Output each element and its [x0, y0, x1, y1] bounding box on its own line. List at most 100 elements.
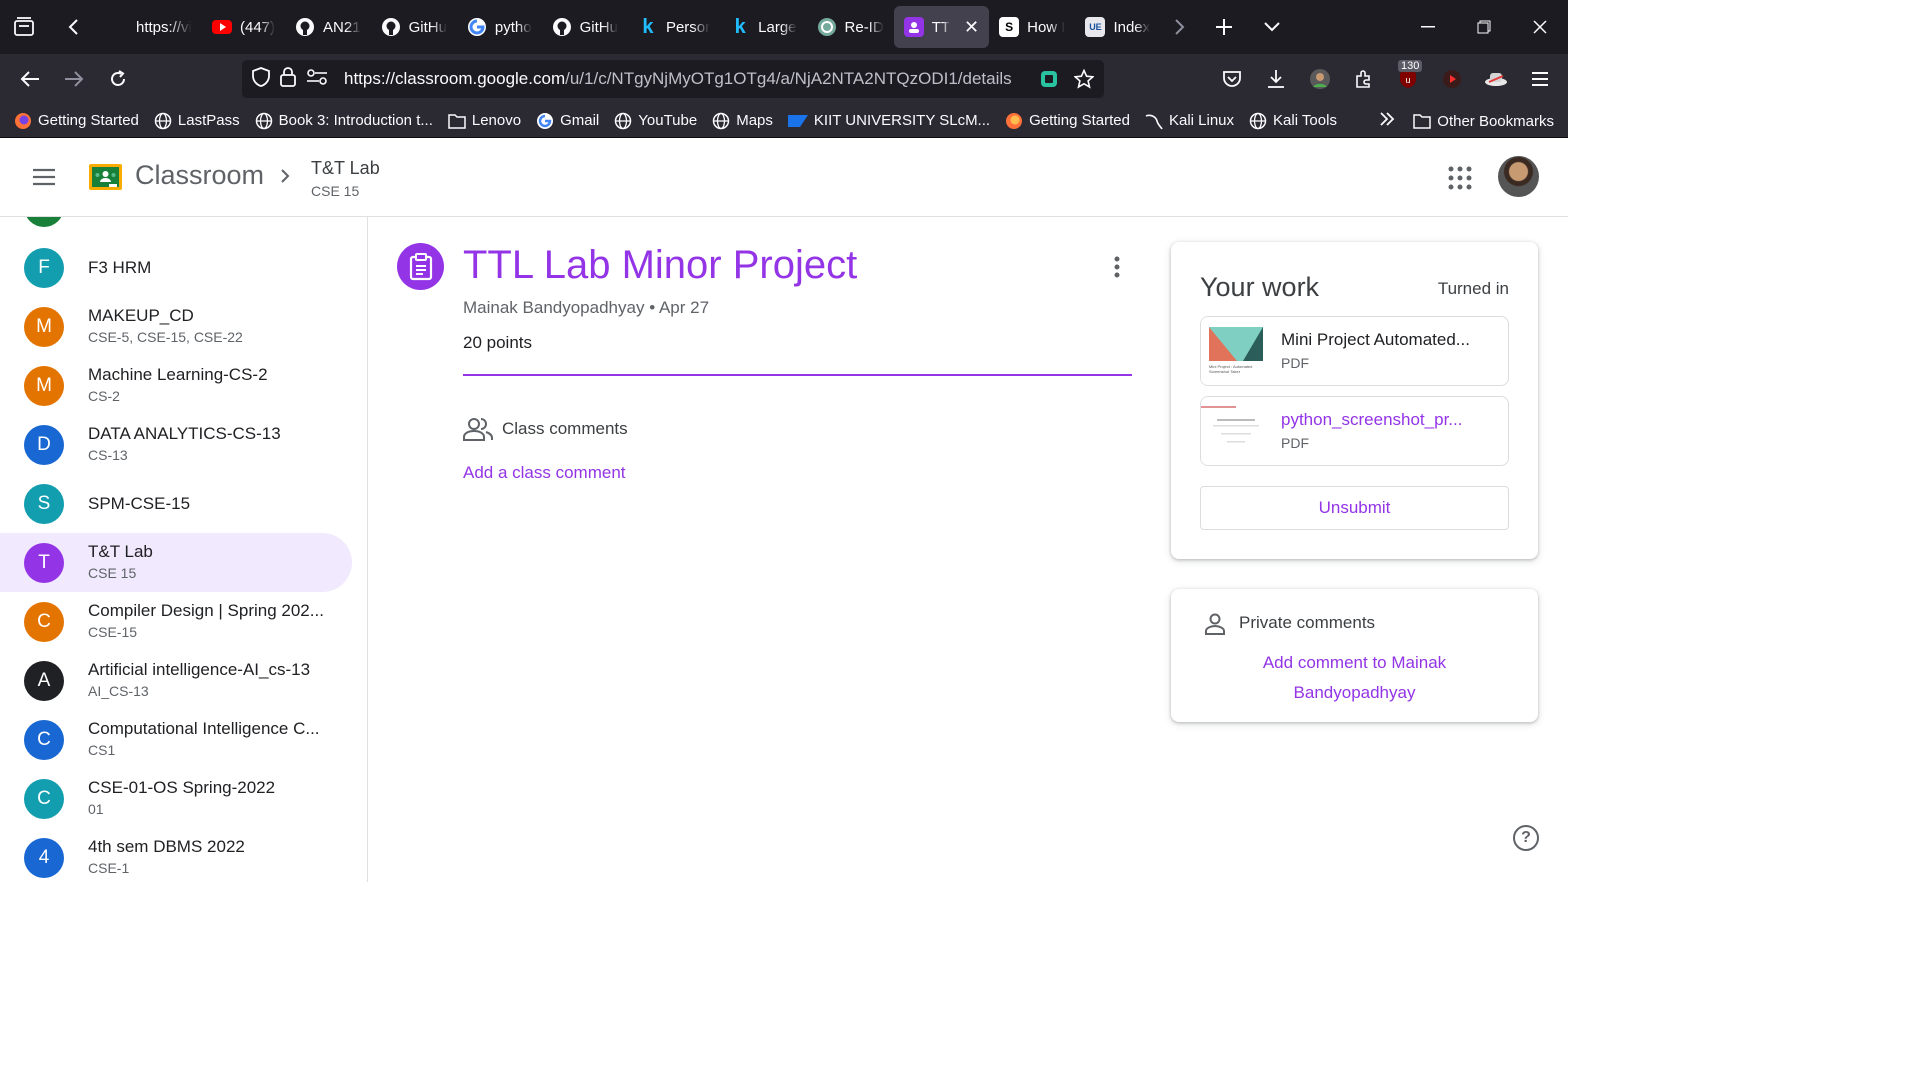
ublock-icon[interactable]: u 130: [1386, 54, 1430, 104]
classroom-icon: [903, 17, 924, 37]
breadcrumb-class-name[interactable]: T&T Lab: [311, 158, 380, 179]
extension-hat-icon[interactable]: [1474, 54, 1518, 104]
course-section: CS-13: [88, 447, 128, 463]
url-text: https://classroom.google.com/u/1/c/NTgyN…: [344, 69, 1012, 89]
ue-icon: UE: [1085, 17, 1106, 37]
bookmark-item[interactable]: Kali Linux: [1145, 112, 1234, 130]
brand-title[interactable]: Classroom: [135, 160, 264, 191]
bookmark-item[interactable]: Gmail: [536, 112, 599, 130]
bookmark-item[interactable]: Kali Tools: [1249, 112, 1337, 130]
sidebar-course[interactable]: C Compiler Design | Spring 202... CSE-15: [0, 592, 352, 651]
extension-icon[interactable]: [1040, 70, 1058, 93]
sidebar-course[interactable]: C CSE-01-OS Spring-2022 01: [0, 769, 352, 828]
browser-tab-active[interactable]: TT ✕: [893, 6, 990, 48]
attachment-file[interactable]: Mini Project : Automated Screenshot Take…: [1200, 316, 1509, 386]
sidebar-course[interactable]: A Artificial intelligence-AI_cs-13 AI_CS…: [0, 651, 352, 710]
course-name: Computational Intelligence C...: [88, 719, 320, 738]
course-section: 01: [88, 801, 104, 817]
browser-tab[interactable]: k Persor: [628, 6, 720, 48]
bookmarks-toolbar: Getting Started LastPass Book 3: Introdu…: [0, 104, 1568, 138]
add-private-comment-link[interactable]: Add comment to Mainak Bandyopadhyay: [1211, 648, 1498, 708]
reload-icon[interactable]: [96, 54, 140, 104]
menu-icon[interactable]: [1518, 54, 1562, 104]
browser-tab[interactable]: (447): [202, 6, 285, 48]
browser-tab[interactable]: Re-ID: [807, 6, 894, 48]
record-icon[interactable]: [1430, 54, 1474, 104]
forward-icon[interactable]: [52, 54, 96, 104]
bookmark-label: Maps: [736, 112, 773, 129]
unsubmit-button[interactable]: Unsubmit: [1200, 486, 1509, 530]
more-options-icon[interactable]: [1105, 253, 1129, 281]
close-tab-icon[interactable]: ✕: [964, 17, 979, 38]
browser-tab[interactable]: GitHu: [371, 6, 457, 48]
sidebar-course[interactable]: M MAKEUP_CD CSE-5, CSE-15, CSE-22: [0, 297, 352, 356]
course-name: Machine Learning-CS-2: [88, 365, 268, 384]
bookmark-item[interactable]: LastPass: [154, 112, 240, 130]
new-tab-icon[interactable]: [1200, 0, 1248, 54]
pocket-icon[interactable]: [1210, 54, 1254, 104]
main-menu-icon[interactable]: [26, 164, 62, 190]
lock-icon[interactable]: [280, 66, 296, 92]
your-work-title: Your work: [1200, 272, 1320, 302]
bookmark-item[interactable]: Getting Started: [14, 112, 139, 130]
bookmark-item[interactable]: Lenovo: [448, 112, 521, 130]
bookmark-label: Lenovo: [471, 112, 522, 129]
browser-tab[interactable]: GitHu: [542, 6, 628, 48]
kali-icon: [1145, 112, 1163, 130]
more-bookmarks-icon[interactable]: [1379, 111, 1395, 131]
browser-tab[interactable]: https://viv: [98, 6, 202, 48]
minimize-icon[interactable]: [1400, 0, 1456, 54]
download-icon[interactable]: [1254, 54, 1298, 104]
sidebar-course-active[interactable]: T T&T Lab CSE 15: [0, 533, 352, 592]
user-avatar[interactable]: [1498, 156, 1539, 197]
account-icon[interactable]: [1298, 54, 1342, 104]
sidebar-course[interactable]: S SPM-CSE-15: [0, 474, 352, 533]
browser-tab[interactable]: pytho: [457, 6, 542, 48]
bookmark-item[interactable]: YouTube: [614, 112, 697, 130]
course-name: 4th sem DBMS 2022: [88, 837, 245, 856]
course-name: CSE-01-OS Spring-2022: [88, 778, 276, 797]
sidebar-course[interactable]: F F3 HRM: [0, 238, 352, 297]
tab-label: GitHu: [408, 18, 447, 36]
tab-label: Re-ID: [844, 18, 884, 36]
sidebar-course[interactable]: C Computational Intelligence C... CS1: [0, 710, 352, 769]
close-window-icon[interactable]: [1512, 0, 1568, 54]
bookmark-star-icon[interactable]: [1073, 68, 1095, 94]
chevron-right-icon: [278, 165, 292, 192]
toolbar-right: u 130: [1210, 54, 1568, 104]
help-icon[interactable]: ?: [1513, 825, 1539, 851]
bookmark-item[interactable]: Maps: [712, 112, 773, 130]
bookmark-item[interactable]: Getting Started: [1005, 112, 1130, 130]
google-apps-icon[interactable]: [1446, 164, 1474, 192]
browser-tab[interactable]: k Large: [720, 6, 806, 48]
url-bar[interactable]: https://classroom.google.com/u/1/c/NTgyN…: [242, 60, 1104, 98]
course-initial-avatar: C: [24, 602, 64, 642]
permissions-icon[interactable]: [306, 68, 328, 90]
list-tabs-icon[interactable]: [1248, 0, 1296, 54]
course-initial-avatar: S: [24, 484, 64, 524]
folder-icon: [448, 112, 466, 130]
add-class-comment-link[interactable]: Add a class comment: [463, 463, 626, 483]
tab-scroll-right-icon[interactable]: [1160, 0, 1200, 54]
attachment-file[interactable]: python_screenshot_pr... PDF: [1200, 396, 1509, 466]
classroom-logo-icon[interactable]: [89, 162, 122, 192]
tab-overview-icon[interactable]: [0, 0, 48, 54]
other-bookmarks[interactable]: Other Bookmarks: [1413, 112, 1554, 130]
back-icon[interactable]: [8, 54, 52, 104]
course-initial-avatar: T: [24, 543, 64, 583]
sidebar-course[interactable]: M Machine Learning-CS-2 CS-2: [0, 356, 352, 415]
browser-tab[interactable]: S How I: [989, 6, 1075, 48]
person-icon: [1203, 612, 1227, 636]
github-icon: [552, 17, 572, 37]
bookmark-item[interactable]: KIIT UNIVERSITY SLcM...: [787, 112, 990, 130]
bookmark-item[interactable]: Book 3: Introduction t...: [255, 112, 433, 130]
globe-icon: [154, 112, 172, 130]
browser-tab[interactable]: UE Index: [1075, 6, 1160, 48]
shield-icon[interactable]: [252, 66, 270, 92]
browser-tab[interactable]: AN21: [285, 6, 371, 48]
sidebar-course[interactable]: D DATA ANALYTICS-CS-13 CS-13: [0, 415, 352, 474]
restore-icon[interactable]: [1456, 0, 1512, 54]
tab-scroll-left-icon[interactable]: [48, 0, 98, 54]
sidebar-course[interactable]: 4 4th sem DBMS 2022 CSE-1: [0, 828, 352, 882]
extensions-icon[interactable]: [1342, 54, 1386, 104]
